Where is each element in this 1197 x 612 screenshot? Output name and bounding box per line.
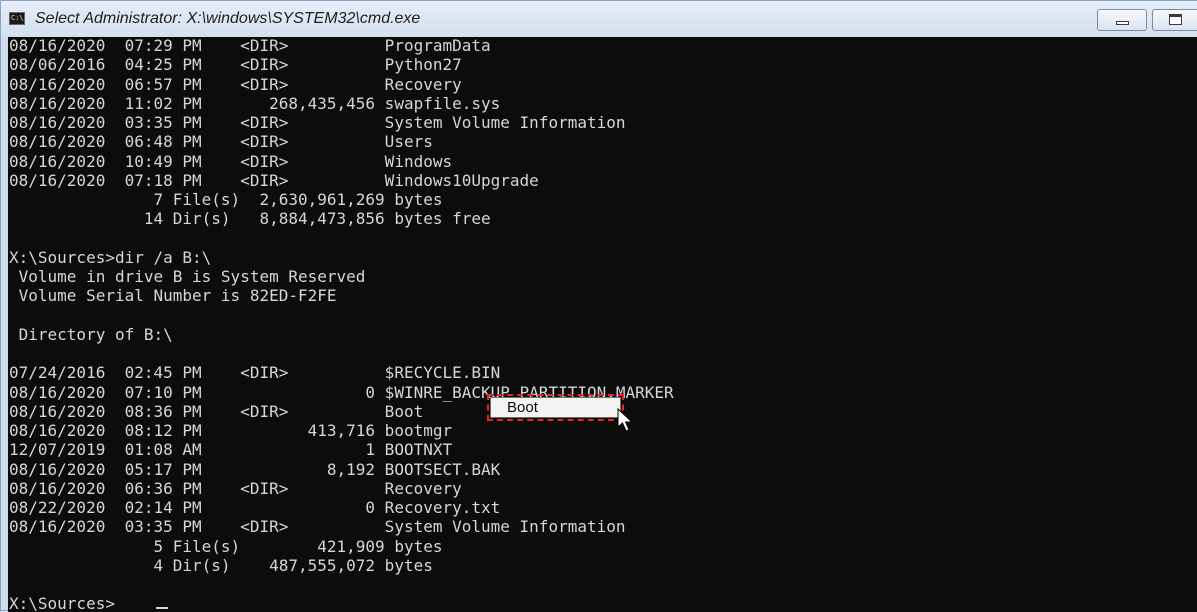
highlight-box — [487, 394, 624, 421]
console-line: 08/16/2020 10:49 PM <DIR> Windows — [9, 151, 453, 171]
console-line: 08/16/2020 11:02 PM 268,435,456 swapfile… — [9, 93, 501, 113]
console-line: 08/16/2020 03:35 PM <DIR> System Volume … — [9, 517, 626, 537]
console-line: 5 File(s) 421,909 bytes — [9, 536, 443, 556]
console-line: 08/06/2016 04:25 PM <DIR> Python27 — [9, 55, 462, 75]
mouse-pointer-icon — [617, 408, 634, 432]
cmd-window: C:\ Select Administrator: X:\windows\SYS… — [0, 0, 1197, 612]
console-line: 08/16/2020 03:35 PM <DIR> System Volume … — [9, 113, 626, 132]
console-line: 08/16/2020 06:36 PM <DIR> Recovery — [9, 478, 462, 498]
console-line: X:\Sources>dir /a B:\ — [9, 247, 212, 267]
console-line: Directory of B:\ — [9, 324, 173, 344]
console-line: 08/16/2020 07:18 PM <DIR> Windows10Upgra… — [9, 170, 539, 190]
console-line: 12/07/2019 01:08 AM 1 BOOTNXT — [9, 440, 453, 460]
console-line: X:\Sources> — [9, 594, 115, 612]
console-line: 4 Dir(s) 487,555,072 bytes — [9, 555, 433, 575]
console-line: 08/16/2020 05:17 PM 8,192 BOOTSECT.BAK — [9, 459, 501, 479]
console-line: Volume in drive B is System Reserved — [9, 267, 366, 286]
console-line: 08/16/2020 06:57 PM <DIR> Recovery — [9, 74, 462, 94]
console-line: Volume Serial Number is 82ED-F2FE — [9, 286, 337, 306]
maximize-icon — [1169, 14, 1182, 25]
text-caret — [156, 607, 168, 609]
minimize-button[interactable] — [1097, 9, 1147, 31]
maximize-button[interactable] — [1152, 9, 1197, 31]
window-title: Select Administrator: X:\windows\SYSTEM3… — [35, 10, 421, 27]
minimize-icon — [1116, 21, 1129, 25]
console-line: 08/16/2020 08:36 PM <DIR> Boot — [9, 401, 424, 421]
console-line: 08/16/2020 08:12 PM 413,716 bootmgr — [9, 421, 453, 440]
cmd-app-icon[interactable]: C:\ — [9, 12, 25, 25]
console-output[interactable]: 08/16/2020 07:29 PM <DIR> ProgramData 08/… — [8, 37, 1197, 612]
console-line: 08/22/2020 02:14 PM 0 Recovery.txt — [9, 498, 501, 517]
console-line: 08/16/2020 07:29 PM <DIR> ProgramData — [9, 37, 491, 55]
console-line: 08/16/2020 06:48 PM <DIR> Users — [9, 132, 433, 152]
console-line: 14 Dir(s) 8,884,473,856 bytes free — [9, 209, 491, 229]
console-line: 7 File(s) 2,630,961,269 bytes — [9, 190, 443, 209]
title-bar[interactable]: C:\ Select Administrator: X:\windows\SYS… — [1, 1, 1197, 37]
console-line: 07/24/2016 02:45 PM <DIR> $RECYCLE.BIN — [9, 363, 501, 383]
